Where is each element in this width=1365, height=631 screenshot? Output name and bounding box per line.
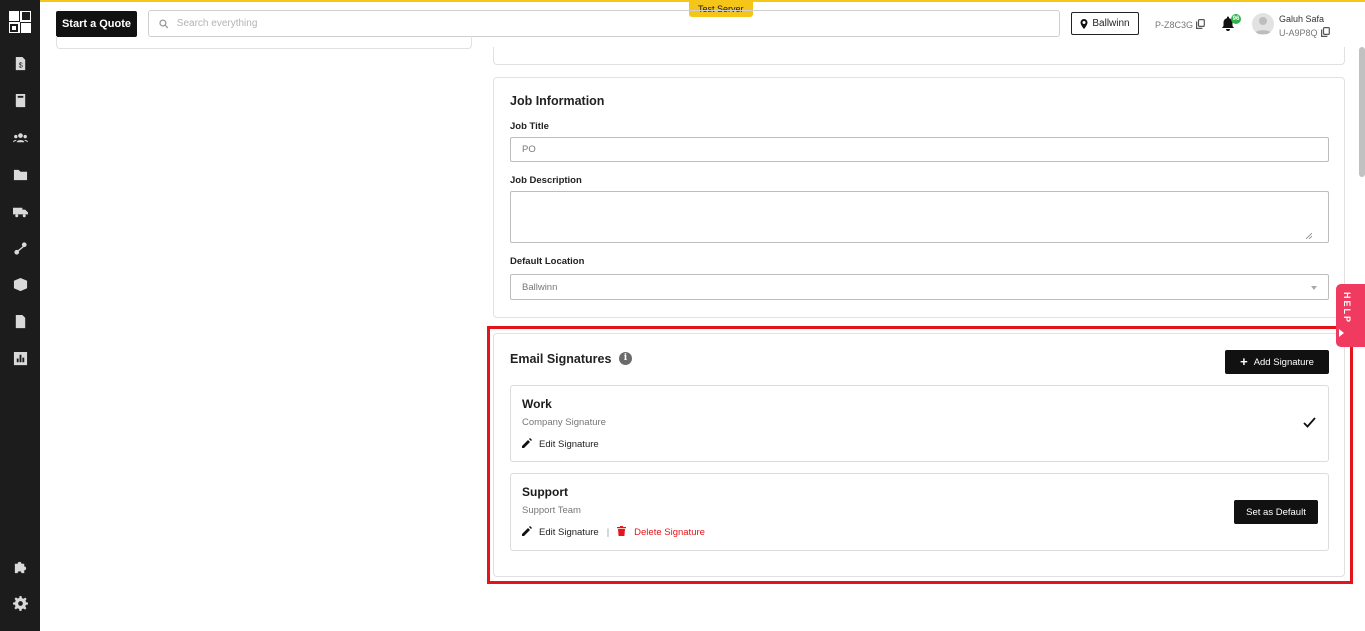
previous-card-edge	[493, 47, 1345, 65]
email-signatures-title: Email Signatures	[510, 352, 612, 366]
pencil-icon	[522, 438, 539, 451]
separator: |	[606, 527, 610, 538]
document-icon[interactable]	[12, 313, 28, 329]
copy-icon[interactable]	[1196, 19, 1205, 31]
user-id-text: U-A9P8Q	[1279, 28, 1318, 38]
default-location-value: Ballwinn	[522, 281, 558, 293]
signature-name: Support	[522, 485, 568, 499]
signature-actions: Edit Signature | Delete Signature	[522, 526, 705, 539]
default-location-select[interactable]: Ballwinn	[510, 274, 1329, 300]
trash-icon	[617, 526, 634, 539]
users-icon[interactable]	[12, 129, 28, 145]
start-quote-button[interactable]: Start a Quote	[56, 11, 137, 37]
job-title-label: Job Title	[510, 121, 549, 132]
project-id-text: P-Z8C3G	[1155, 20, 1194, 30]
copy-icon[interactable]	[1320, 27, 1330, 39]
plus-icon: +	[1240, 354, 1248, 369]
notification-badge: 96	[1231, 14, 1241, 24]
truck-icon[interactable]	[12, 203, 28, 219]
help-label: HELP	[1342, 292, 1352, 325]
signature-actions: Edit Signature	[522, 438, 599, 451]
job-information-card: Job Information Job Title PO Job Descrip…	[493, 77, 1345, 318]
add-signature-button[interactable]: + Add Signature	[1225, 350, 1329, 374]
job-description-label: Job Description	[510, 175, 582, 186]
signature-name: Work	[522, 397, 552, 411]
puzzle-icon[interactable]	[12, 558, 28, 574]
delete-signature-link[interactable]: Delete Signature	[634, 527, 705, 538]
pencil-icon	[522, 526, 539, 539]
edit-signature-link[interactable]: Edit Signature	[539, 527, 599, 538]
play-icon	[1339, 329, 1344, 337]
left-card-edge	[56, 36, 472, 49]
sidebar: $	[0, 0, 40, 631]
signature-subtitle: Company Signature	[522, 417, 606, 428]
chevron-down-icon	[1311, 286, 1317, 290]
checkmark-icon	[1303, 415, 1316, 433]
location-button[interactable]: Ballwinn	[1071, 12, 1139, 35]
add-signature-label: Add Signature	[1253, 356, 1314, 368]
user-name: Galuh Safa	[1279, 14, 1325, 24]
box-icon[interactable]	[12, 276, 28, 292]
search-bar[interactable]	[148, 10, 1060, 37]
location-label: Ballwinn	[1092, 18, 1130, 29]
signature-subtitle: Support Team	[522, 505, 581, 516]
help-tab[interactable]: HELP	[1336, 284, 1365, 347]
info-icon[interactable]: i	[619, 352, 632, 365]
search-input[interactable]	[176, 18, 1059, 29]
app-logo[interactable]	[9, 11, 31, 33]
job-title-field[interactable]: PO	[510, 137, 1329, 162]
signature-item-support[interactable]: Support Support Team Edit Signature | De…	[510, 473, 1329, 551]
project-id: P-Z8C3G	[1155, 19, 1205, 31]
user-id: U-A9P8Q	[1279, 27, 1330, 39]
chart-icon[interactable]	[12, 350, 28, 366]
job-information-title: Job Information	[510, 94, 605, 108]
signature-item-work[interactable]: Work Company Signature Edit Signature	[510, 385, 1329, 462]
page-scrollbar[interactable]	[1359, 47, 1365, 177]
avatar[interactable]	[1252, 13, 1274, 35]
resize-handle-icon[interactable]	[1306, 233, 1312, 239]
search-icon	[159, 18, 169, 28]
default-location-label: Default Location	[510, 256, 585, 267]
route-icon[interactable]	[12, 240, 28, 256]
job-description-field[interactable]	[510, 191, 1329, 243]
email-signatures-card: Email Signatures i + Add Signature Work …	[493, 333, 1345, 577]
set-as-default-button[interactable]: Set as Default	[1234, 500, 1318, 524]
invoice-dollar-icon[interactable]: $	[12, 55, 28, 71]
edit-signature-link[interactable]: Edit Signature	[539, 439, 599, 450]
book-icon[interactable]	[12, 92, 28, 108]
folder-icon[interactable]	[12, 166, 28, 182]
gear-icon[interactable]	[12, 595, 28, 611]
map-pin-icon	[1080, 18, 1088, 29]
